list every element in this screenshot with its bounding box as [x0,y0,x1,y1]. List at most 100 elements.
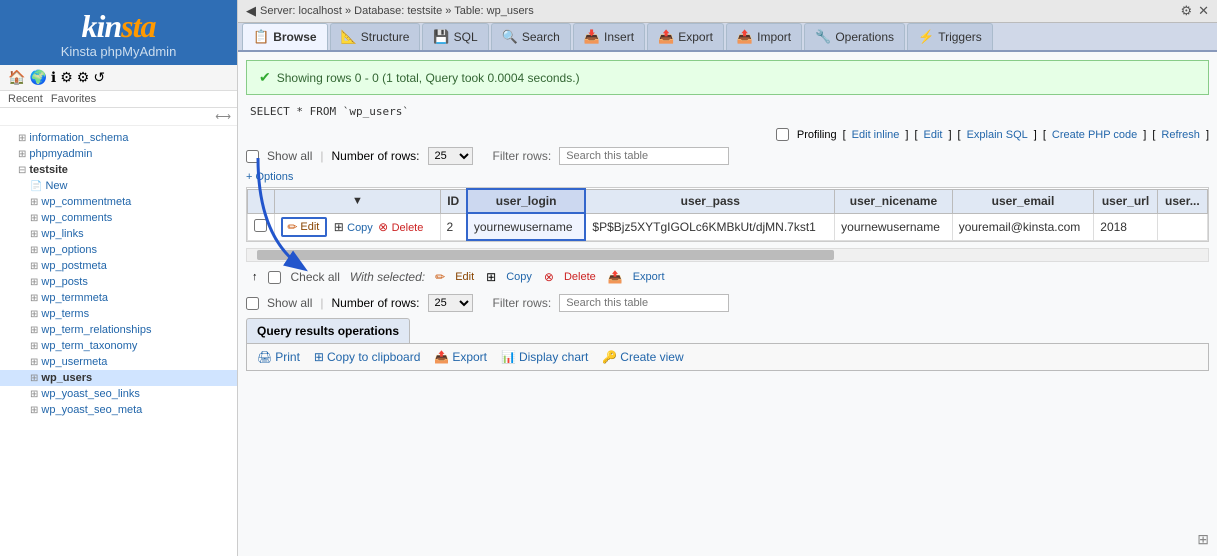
ops-print[interactable]: 🖨 Print [257,350,300,364]
sidebar-item-new[interactable]: 📄 New [0,178,237,194]
copy-link-row[interactable]: Copy [347,222,373,234]
check-all-checkbox[interactable] [268,271,281,284]
row-user_email: youremail@kinsta.com [952,213,1094,240]
col-user_extra-header[interactable]: user... [1157,189,1207,213]
ops-display-chart[interactable]: 📊 Display chart [501,350,588,364]
row-checkbox[interactable] [248,213,275,240]
rows-select-top[interactable]: 25 50 100 [428,147,473,165]
with-selected-edit[interactable]: Edit [455,271,474,283]
ops-create-view[interactable]: 🔑 Create view [602,350,683,364]
refresh-icon[interactable]: ↺ [93,69,105,86]
refresh-link[interactable]: Refresh [1161,129,1200,141]
col-sort-header[interactable]: ▼ [275,189,440,213]
settings-icon[interactable]: ⚙ [60,69,73,86]
gear-icon[interactable]: ⚙ [1180,3,1192,19]
sidebar-item-wp_termmeta[interactable]: ⊞ wp_termmeta [0,290,237,306]
sidebar-item-wp_postmeta[interactable]: ⊞ wp_postmeta [0,258,237,274]
tab-triggers-label: Triggers [938,30,982,44]
tab-search[interactable]: 🔍 Search [491,23,571,50]
sidebar-item-information_schema[interactable]: ⊞ information_schema [0,130,237,146]
ops-create-view-label: Create view [620,350,683,364]
create-php-link[interactable]: Create PHP code [1052,129,1137,141]
ops-display-chart-label: Display chart [519,350,588,364]
print-icon: 🖨 [257,350,272,364]
ops-copy-clipboard[interactable]: ⊞ Copy to clipboard [314,350,420,364]
show-all-top-checkbox[interactable] [246,150,259,163]
profiling-checkbox[interactable] [776,128,789,141]
col-id-header[interactable]: ID [440,189,467,213]
bottom-right-icon[interactable]: ⊞ [1197,531,1209,548]
col-user_pass-header[interactable]: user_pass [585,189,834,213]
tab-import[interactable]: 📤 Import [726,23,802,50]
sidebar-item-label: wp_termmeta [41,292,108,304]
search-input-top[interactable] [559,147,729,165]
recent-link[interactable]: Recent [8,93,43,105]
ops-print-label: Print [275,350,300,364]
col-user_login-header[interactable]: user_login [467,189,586,213]
col-user_nicename-header[interactable]: user_nicename [835,189,953,213]
sidebar-item-wp_options[interactable]: ⊞ wp_options [0,242,237,258]
success-bar: ✔ Showing rows 0 - 0 (1 total, Query too… [246,60,1209,95]
settings2-icon[interactable]: ⚙ [77,69,90,86]
db-icon: ⊞ [18,149,26,160]
with-selected-copy-icon: ⊞ [486,270,496,284]
tab-browse[interactable]: 📋 Browse [242,23,328,50]
tab-browse-label: Browse [273,30,316,44]
show-all-bottom-checkbox[interactable] [246,297,259,310]
sidebar-item-wp_commentmeta[interactable]: ⊞ wp_commentmeta [0,194,237,210]
sidebar-item-phpmyadmin[interactable]: ⊞ phpmyadmin [0,146,237,162]
edit-inline-link[interactable]: Edit inline [852,129,900,141]
favorites-link[interactable]: Favorites [51,93,96,105]
tab-insert[interactable]: 📥 Insert [573,23,645,50]
sidebar-item-label: wp_users [41,372,92,384]
check-all-label: Check all [291,270,340,284]
sidebar-item-wp_comments[interactable]: ⊞ wp_comments [0,210,237,226]
tab-triggers[interactable]: ⚡ Triggers [907,23,993,50]
with-selected-export[interactable]: Export [633,271,665,283]
tab-operations[interactable]: 🔧 Operations [804,23,905,50]
sidebar-item-wp_usermeta[interactable]: ⊞ wp_usermeta [0,354,237,370]
ops-export[interactable]: 📤 Export [434,350,487,364]
scroll-thumb[interactable] [257,250,834,260]
browse-icon: 📋 [253,29,269,45]
plus-options-link[interactable]: + Options [246,171,293,183]
tab-operations-label: Operations [835,30,894,44]
explain-sql-link[interactable]: Explain SQL [967,129,1028,141]
sidebar-item-wp_posts[interactable]: ⊞ wp_posts [0,274,237,290]
table-icon: ⊞ [30,357,38,368]
edit-link[interactable]: Edit [924,129,943,141]
sidebar-item-wp_term_taxonomy[interactable]: ⊞ wp_term_taxonomy [0,338,237,354]
top-toolbar: Show all | Number of rows: 25 50 100 Fil… [246,147,1209,165]
rows-select-bottom[interactable]: 25 50 100 [428,294,473,312]
edit-link-row[interactable]: Edit [300,221,319,233]
col-user_url-header[interactable]: user_url [1094,189,1158,213]
tab-sql[interactable]: 💾 SQL [422,23,488,50]
search-input-bottom[interactable] [559,294,729,312]
sidebar-item-wp_links[interactable]: ⊞ wp_links [0,226,237,242]
tab-structure[interactable]: 📐 Structure [330,23,421,50]
home-icon[interactable]: 🏠 [8,69,25,86]
sidebar-item-testsite[interactable]: ⊟ testsite [0,162,237,178]
sidebar-item-wp_term_relationships[interactable]: ⊞ wp_term_relationships [0,322,237,338]
close-icon[interactable]: ✕ [1198,3,1209,19]
edit-action-group: ✏ Edit [281,217,327,237]
delete-link-row[interactable]: Delete [392,222,424,234]
expand-icon[interactable]: ⊞ [1197,531,1209,547]
logo-area: kinsta Kinsta phpMyAdmin [0,0,237,65]
tab-structure-label: Structure [361,30,410,44]
sidebar-item-wp_users[interactable]: ⊞ wp_users [0,370,237,386]
sidebar-item-wp_yoast_seo_links[interactable]: ⊞ wp_yoast_seo_links [0,386,237,402]
tab-export[interactable]: 📤 Export [647,23,724,50]
globe-icon[interactable]: 🌍 [29,69,46,86]
query-ops-section: Query results operations 🖨 Print ⊞ Copy … [246,318,1209,371]
horizontal-scrollbar[interactable] [246,248,1209,262]
info-icon[interactable]: ℹ [51,69,56,86]
sidebar-item-wp_yoast_seo_meta[interactable]: ⊞ wp_yoast_seo_meta [0,402,237,418]
sidebar-item-wp_terms[interactable]: ⊞ wp_terms [0,306,237,322]
operations-icon: 🔧 [815,29,831,45]
sidebar-expand-icon[interactable]: ⟷ [0,108,237,126]
with-selected-copy[interactable]: Copy [506,271,532,283]
nav-prev-icon[interactable]: ◀ [246,3,256,19]
col-user_email-header[interactable]: user_email [952,189,1094,213]
with-selected-delete[interactable]: Delete [564,271,596,283]
